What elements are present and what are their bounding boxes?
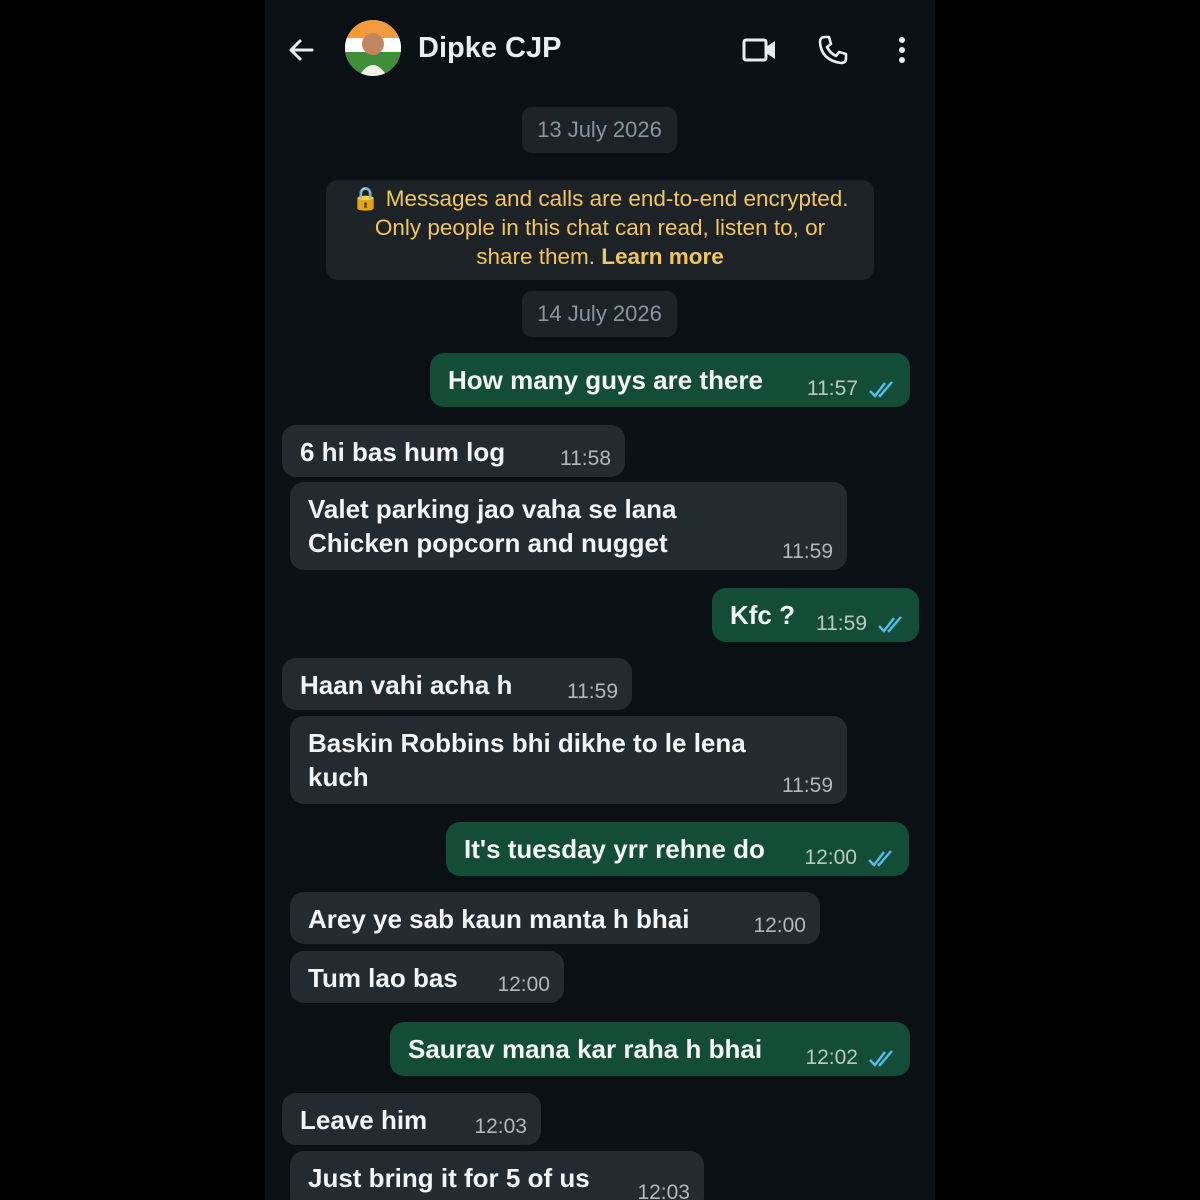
chat-header: Dipke CJP [265,0,935,95]
message-time: 11:59 [782,540,833,563]
encryption-notice[interactable]: 🔒 Messages and calls are end-to-end encr… [326,180,874,280]
outgoing-message[interactable]: How many guys are there 11:57 [430,353,910,407]
read-receipt-icon [869,1050,893,1067]
message-text: Baskin Robbins bhi dikhe to le lena kuch [308,728,746,792]
phone-screen: Dipke CJP 13 July 2026 🔒 Messages and ca… [265,0,935,1200]
read-receipt-icon [869,381,893,398]
incoming-message[interactable]: Just bring it for 5 of us 12:03 [290,1151,704,1200]
read-receipt-icon [868,850,892,867]
message-time: 11:58 [560,447,611,470]
incoming-message[interactable]: Tum lao bas 12:00 [290,951,564,1003]
lock-icon: 🔒 [351,186,380,211]
incoming-message[interactable]: 6 hi bas hum log 11:58 [282,425,625,477]
incoming-message[interactable]: Haan vahi acha h 11:59 [282,658,632,710]
incoming-message[interactable]: Leave him 12:03 [282,1093,541,1145]
date-separator: 13 July 2026 [522,107,677,153]
message-time: 12:00 [753,914,806,937]
encryption-text: Messages and calls are end-to-end encryp… [385,186,849,211]
message-time: 12:00 [804,846,857,869]
read-receipt-icon [878,616,902,633]
video-call-icon[interactable] [737,30,783,70]
message-time: 12:02 [805,1046,858,1069]
learn-more-link[interactable]: Learn more [601,244,724,269]
date-separator: 14 July 2026 [522,291,677,337]
message-time: 11:59 [782,774,833,797]
contact-name[interactable]: Dipke CJP [418,30,561,66]
message-text: Valet parking jao vaha se lana Chicken p… [308,494,677,558]
message-time: 11:57 [807,377,858,400]
more-vert-icon[interactable] [885,30,919,70]
message-time: 12:03 [474,1115,527,1138]
arrow-left-icon[interactable] [281,30,321,70]
phone-icon[interactable] [813,30,853,70]
message-time: 11:59 [816,612,867,635]
message-text: Arey ye sab kaun manta h bhai [308,904,690,934]
message-time: 12:03 [637,1181,690,1200]
chat-area[interactable]: 13 July 2026 🔒 Messages and calls are en… [265,95,935,1200]
avatar[interactable] [345,20,401,76]
incoming-message[interactable]: Baskin Robbins bhi dikhe to le lena kuch… [290,716,847,804]
outgoing-message[interactable]: Saurav mana kar raha h bhai 12:02 [390,1022,910,1076]
encryption-text-line3: share them. [476,244,595,269]
incoming-message[interactable]: Arey ye sab kaun manta h bhai 12:00 [290,892,820,944]
message-time: 11:59 [567,680,618,703]
outgoing-message[interactable]: Kfc ? 11:59 [712,588,919,642]
message-time: 12:00 [497,973,550,996]
outgoing-message[interactable]: It's tuesday yrr rehne do 12:00 [446,822,909,876]
encryption-text-line2: Only people in this chat can read, liste… [374,215,826,240]
incoming-message[interactable]: Valet parking jao vaha se lana Chicken p… [290,482,847,570]
